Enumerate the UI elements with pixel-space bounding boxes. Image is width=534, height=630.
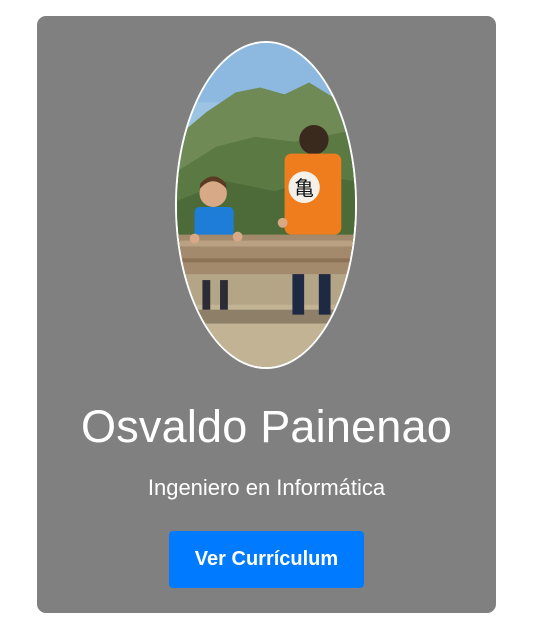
shirt-symbol: 亀 [294,177,314,200]
view-resume-button[interactable]: Ver Currículum [169,531,364,588]
profile-photo-image: 亀 [177,43,355,367]
profile-name: Osvaldo Painenao [81,401,452,452]
profile-title: Ingeniero en Informática [147,475,386,500]
profile-card: 亀 Osvaldo Painenao Ingeniero en Informát… [37,16,496,613]
profile-photo: 亀 [175,41,357,369]
